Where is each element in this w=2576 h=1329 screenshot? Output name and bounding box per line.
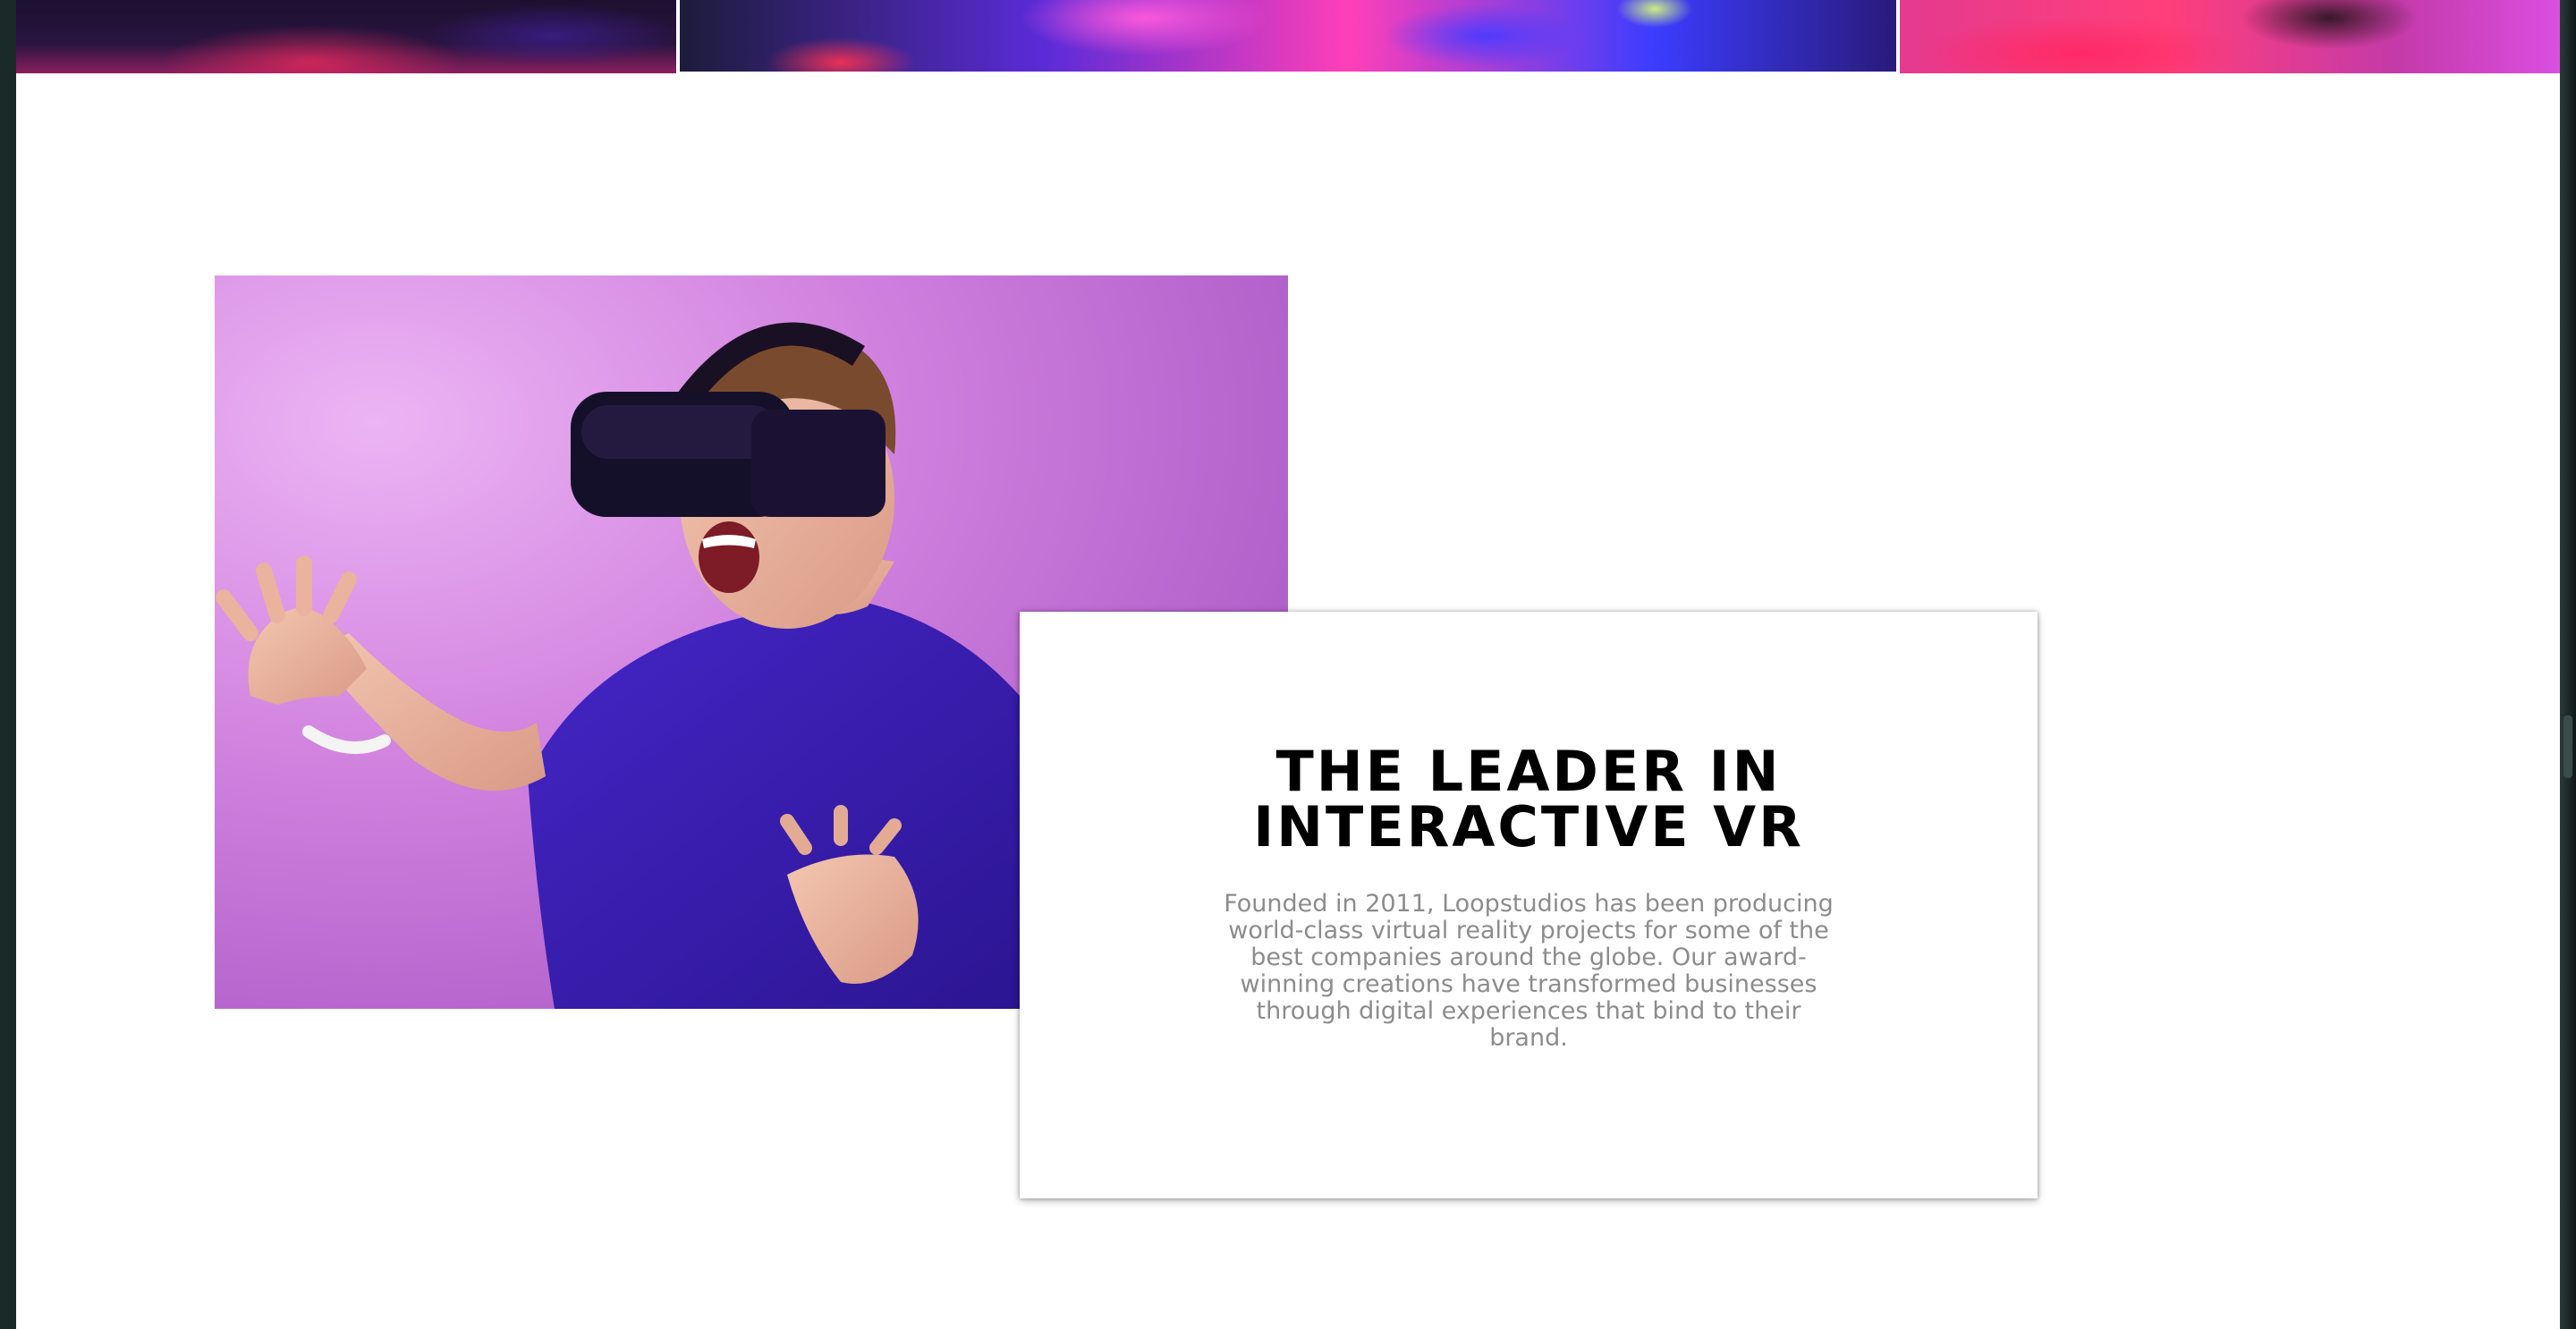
gallery-image-3[interactable] [1900,0,2560,73]
intro-title: THE LEADER IN INTERACTIVE VR [1020,744,2038,855]
scrollbar-track[interactable] [2560,0,2576,1329]
scrollbar-thumb[interactable] [2563,715,2572,778]
intro-title-line2: INTERACTIVE VR [1253,794,1804,859]
creations-gallery-strip [16,0,2560,75]
intro-description: Founded in 2011, Loopstudios has been pr… [1224,890,1834,1052]
gallery-image-2[interactable] [680,0,1896,72]
intro-card: THE LEADER IN INTERACTIVE VR Founded in … [1020,612,2038,1198]
gallery-image-1[interactable] [16,0,676,73]
page-viewport: THE LEADER IN INTERACTIVE VR Founded in … [16,0,2560,1329]
